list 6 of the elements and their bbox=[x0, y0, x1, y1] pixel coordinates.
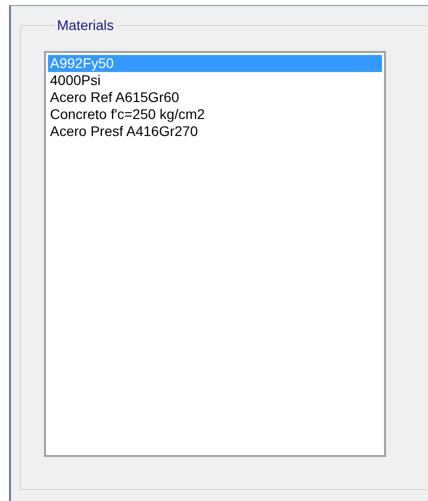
list-item[interactable]: 4000Psi bbox=[48, 72, 382, 89]
list-item[interactable]: Acero Ref A615Gr60 bbox=[48, 89, 382, 106]
group-title: Materials bbox=[56, 17, 115, 33]
materials-list[interactable]: A992Fy50 4000Psi Acero Ref A615Gr60 Concreto f'c=250 kg/cm2 Acero Presf A416Gr270 bbox=[44, 51, 386, 457]
list-item[interactable]: Concreto f'c=250 kg/cm2 bbox=[48, 106, 382, 123]
list-item[interactable]: Acero Presf A416Gr270 bbox=[48, 123, 382, 140]
